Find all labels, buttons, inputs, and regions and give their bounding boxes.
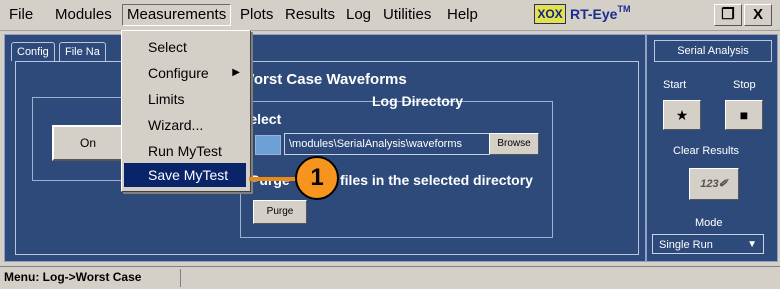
chevron-down-icon: ▼ <box>747 239 757 250</box>
menu-modules[interactable]: Modules <box>51 5 116 25</box>
brand-logo-icon: XOX <box>534 4 566 24</box>
status-text: Menu: Log->Worst Case <box>4 270 142 284</box>
folder-icon[interactable] <box>255 135 281 155</box>
menu-item-select[interactable]: Select <box>124 35 246 59</box>
submenu-arrow-icon: ▶ <box>232 67 240 78</box>
stop-button[interactable]: ■ <box>725 100 763 130</box>
purge-button[interactable]: Purge <box>253 200 307 224</box>
brand: XOX RT-EyeTM <box>534 4 630 26</box>
mode-select[interactable]: Single Run ▼ <box>652 234 764 254</box>
brand-name: RT-Eye <box>570 6 618 22</box>
menu-item-wizard[interactable]: Wizard... <box>124 113 246 137</box>
stop-icon: ■ <box>739 107 749 123</box>
worst-case-heading: Worst Case Waveforms <box>240 71 407 88</box>
start-label: Start <box>663 79 687 91</box>
menu-results[interactable]: Results <box>281 5 339 25</box>
browse-button[interactable]: Browse <box>489 133 539 155</box>
clear-results-label: Clear Results <box>673 145 740 157</box>
menu-file[interactable]: File <box>5 5 37 25</box>
clear-results-icon: 123✐ <box>700 178 728 190</box>
status-bar: Menu: Log->Worst Case <box>0 266 780 289</box>
serial-analysis-title: Serial Analysis <box>654 40 772 62</box>
purge-description: files in the selected directory <box>340 172 533 188</box>
measurements-dropdown-menu: Select Configure ▶ Limits Wizard... Run … <box>121 30 251 192</box>
on-button[interactable]: On <box>52 125 124 161</box>
window-restore-button[interactable]: ❐ <box>714 4 742 26</box>
start-button[interactable]: ★ <box>663 100 701 130</box>
clear-results-button[interactable]: 123✐ <box>689 168 739 200</box>
callout-badge: 1 <box>295 156 339 200</box>
stop-label: Stop <box>733 79 756 91</box>
status-divider <box>180 269 181 287</box>
mode-label: Mode <box>695 217 723 229</box>
menu-item-save-mytest[interactable]: Save MyTest <box>124 163 246 187</box>
menu-log[interactable]: Log <box>342 5 375 25</box>
menu-item-configure[interactable]: Configure ▶ <box>124 61 246 85</box>
menu-item-run-mytest[interactable]: Run MyTest <box>124 139 246 163</box>
menu-measurements[interactable]: Measurements <box>122 4 232 26</box>
directory-path-field[interactable]: \modules\SerialAnalysis\waveforms <box>284 133 490 155</box>
trademark-mark: TM <box>617 4 631 15</box>
menu-bar: File Modules Measurements Plots Results … <box>0 0 780 31</box>
mode-value: Single Run <box>659 239 713 251</box>
tab-file-name[interactable]: File Na <box>59 42 106 61</box>
menu-item-limits[interactable]: Limits <box>124 87 246 111</box>
window-close-button[interactable]: X <box>744 4 772 26</box>
menu-plots[interactable]: Plots <box>236 5 277 25</box>
tab-config[interactable]: Config <box>11 42 55 61</box>
run-icon: ★ <box>675 107 689 123</box>
menu-help[interactable]: Help <box>443 5 482 25</box>
menu-utilities[interactable]: Utilities <box>379 5 435 25</box>
log-directory-label: Log Directory <box>372 93 464 109</box>
menu-item-configure-label: Configure <box>148 65 209 81</box>
callout-pointer <box>249 177 297 181</box>
